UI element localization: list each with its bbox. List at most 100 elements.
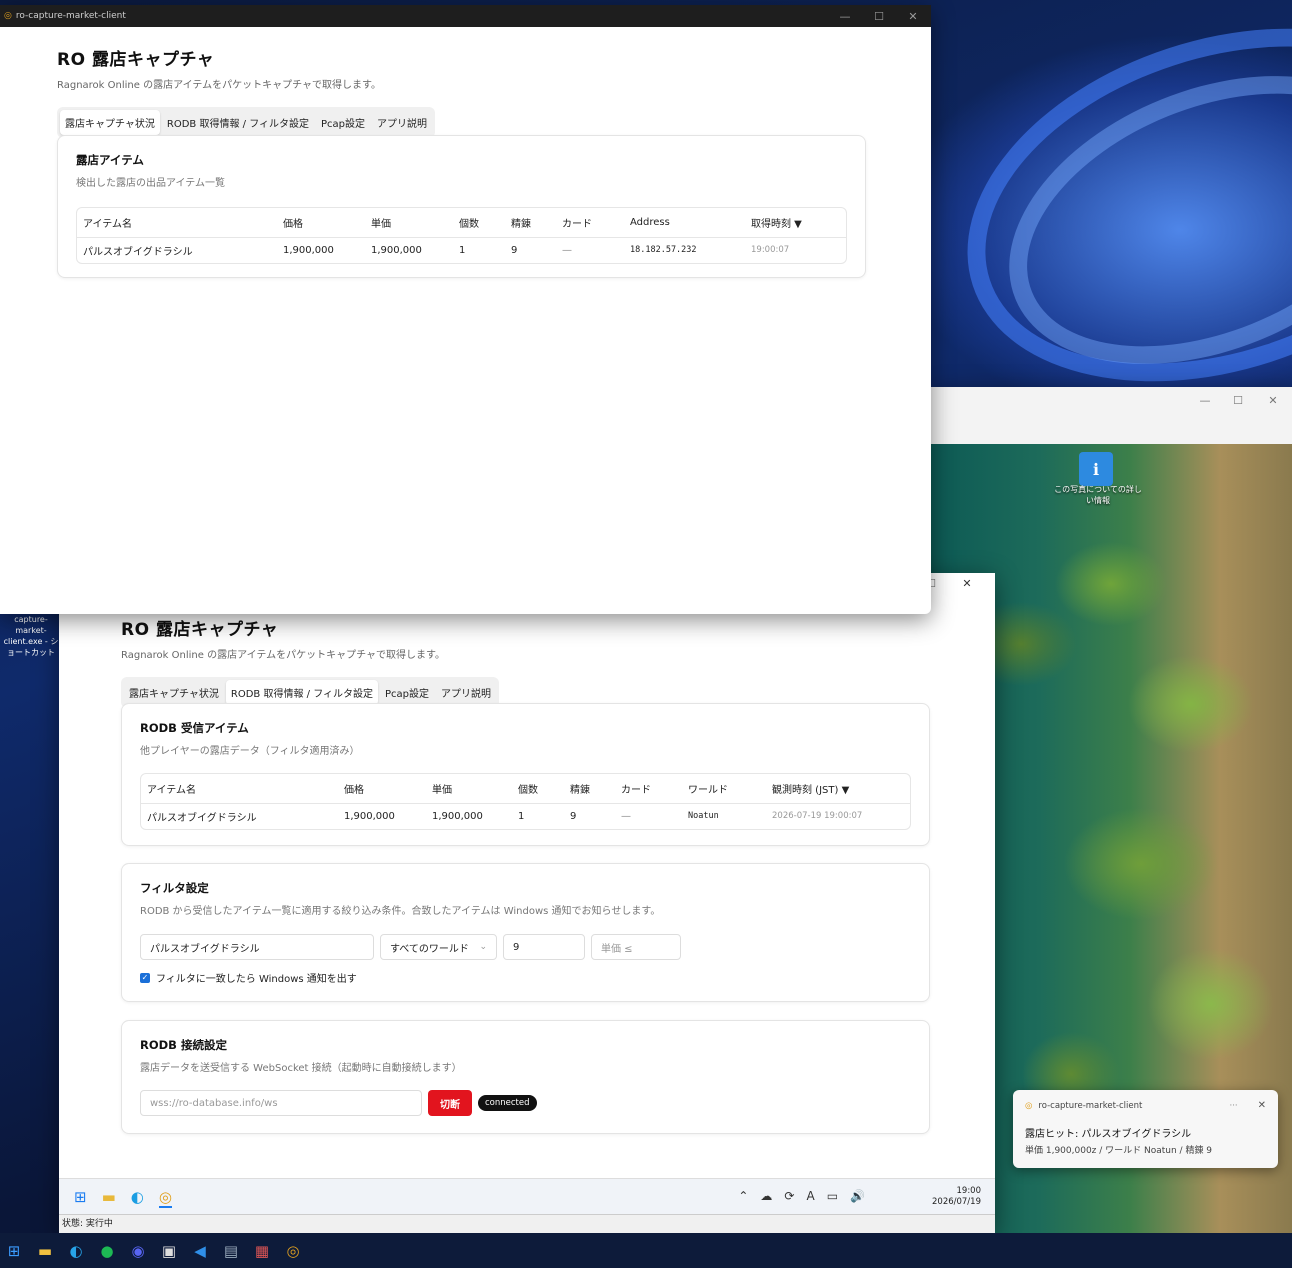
tab-rodb-filter[interactable]: RODB 取得情報 / フィルタ設定: [225, 680, 378, 705]
col-header[interactable]: カード: [556, 208, 624, 238]
inner-clock[interactable]: 19:00 2026/07/19: [932, 1186, 981, 1208]
game-icon[interactable]: ▦: [251, 1240, 273, 1262]
notify-checkbox[interactable]: ✓: [140, 972, 150, 983]
discord-icon[interactable]: ◉: [127, 1240, 149, 1262]
filter-card: フィルタ設定 RODB から受信したアイテム一覧に適用する絞り込み条件。合致した…: [121, 863, 930, 1002]
tab-capture-status[interactable]: 露店キャプチャ状況: [60, 110, 160, 135]
start-icon[interactable]: ⊞: [3, 1240, 25, 1262]
market-table: アイテム名 価格 単価 個数 精錬 カード Address 取得時刻 ▼ パルス…: [76, 207, 847, 264]
front-app-window: ◎ ro-capture-market-client — ☐ ✕ RO 露店キャ…: [0, 5, 931, 614]
close-icon[interactable]: ✕: [950, 573, 984, 593]
spotify-icon[interactable]: ●: [96, 1240, 118, 1262]
app-icon[interactable]: ◎: [158, 1188, 172, 1208]
edge-icon[interactable]: ◐: [131, 1188, 144, 1208]
col-header[interactable]: 価格: [338, 774, 426, 804]
speaker-icon[interactable]: 🔊: [850, 1189, 865, 1203]
tab-app-help[interactable]: アプリ説明: [436, 680, 496, 705]
col-header[interactable]: 個数: [512, 774, 564, 804]
world-select[interactable]: すべてのワールド ⌄: [380, 934, 497, 960]
close-icon[interactable]: ✕: [1258, 1100, 1266, 1111]
tab-bar: 露店キャプチャ状況 RODB 取得情報 / フィルタ設定 Pcap設定 アプリ説…: [57, 107, 436, 138]
connection-card: RODB 接続設定 露店データを送受信する WebSocket 接続（起動時に自…: [121, 1020, 930, 1134]
card-title: RODB 受信アイテム: [140, 721, 249, 735]
item-name-input[interactable]: パルスオブイグドラシル: [140, 934, 374, 960]
cell-world: Noatun: [688, 811, 719, 822]
app-subtitle: Ragnarok Online の露店アイテムをパケットキャプチャで取得します。: [121, 650, 445, 661]
cell-card: —: [562, 244, 572, 256]
ws-url-input[interactable]: wss://ro-database.info/ws: [140, 1090, 422, 1116]
col-header[interactable]: 価格: [277, 208, 365, 238]
minimize-icon[interactable]: —: [1188, 387, 1222, 413]
more-icon[interactable]: ···: [1230, 1101, 1238, 1111]
cloud-icon[interactable]: ☁: [760, 1189, 772, 1203]
front-titlebar: ◎ ro-capture-market-client — ☐ ✕: [0, 5, 931, 27]
refine-input[interactable]: 9: [503, 934, 585, 960]
inner-tray-icons: ⌃ ☁ ⟳ A ▭ 🔊: [738, 1189, 865, 1203]
ime-icon[interactable]: A: [806, 1189, 814, 1203]
card-title: 露店アイテム: [76, 153, 144, 167]
col-header[interactable]: 精錬: [505, 208, 556, 238]
col-header[interactable]: 個数: [453, 208, 505, 238]
taskbar: ⊞ ▬ ◐ ● ◉ ▣ ◀ ▤ ▦ ◎: [0, 1233, 1292, 1268]
tab-capture-status[interactable]: 露店キャプチャ状況: [124, 680, 224, 705]
col-header[interactable]: アイテム名: [141, 774, 338, 804]
window-title: ro-capture-market-client: [15, 11, 126, 21]
col-header[interactable]: ワールド: [682, 774, 766, 804]
photo-info-icon[interactable]: ℹ: [1079, 452, 1113, 486]
back-app-window: ☐ ✕ RO 露店キャプチャ Ragnarok Online の露店アイテムをパ…: [59, 573, 995, 1233]
chevron-up-icon[interactable]: ⌃: [738, 1189, 748, 1203]
vscode-icon[interactable]: ◀: [189, 1240, 211, 1262]
table-row[interactable]: パルスオブイグドラシル 1,900,000 1,900,000 1 9 — 18…: [77, 237, 846, 263]
toast-app-name: ro-capture-market-client: [1038, 1100, 1143, 1111]
terminal-icon[interactable]: ▣: [158, 1240, 180, 1262]
desktop-shortcut-label[interactable]: capture-market-client.exe - ショートカット: [0, 614, 62, 658]
maximize-icon[interactable]: ☐: [1221, 387, 1255, 413]
tab-pcap-settings[interactable]: Pcap設定: [380, 680, 434, 705]
col-header[interactable]: 精錬: [564, 774, 615, 804]
notify-label: フィルタに一致したら Windows 通知を出す: [156, 974, 357, 985]
col-header[interactable]: 単価: [426, 774, 512, 804]
maximize-icon[interactable]: ☐: [862, 5, 896, 27]
app-icon[interactable]: ◎: [282, 1240, 304, 1262]
photo-info-label: この写真についての詳しい情報: [1054, 485, 1142, 505]
col-header[interactable]: カード: [615, 774, 682, 804]
photos-titlebar: — ☐ ✕: [931, 387, 1292, 444]
close-icon[interactable]: ✕: [1256, 387, 1290, 413]
notify-row: ✓ フィルタに一致したら Windows 通知を出す: [140, 970, 911, 985]
cell-address: 18.182.57.232: [630, 245, 697, 256]
snipping-icon[interactable]: ▤: [220, 1240, 242, 1262]
filter-inputs: パルスオブイグドラシル すべてのワールド ⌄ 9 単価 ≤: [140, 934, 911, 960]
status-bar: 状態: 実行中: [59, 1214, 995, 1233]
tab-app-help[interactable]: アプリ説明: [372, 110, 432, 135]
col-header-sorted[interactable]: 取得時刻 ▼: [745, 208, 846, 238]
cell-refine: 9: [511, 244, 518, 256]
display-icon[interactable]: ▭: [827, 1189, 838, 1203]
status-badge: connected: [478, 1095, 537, 1111]
app-icon: ◎: [1025, 1100, 1033, 1111]
sync-icon[interactable]: ⟳: [784, 1189, 794, 1203]
unit-price-input[interactable]: 単価 ≤: [591, 934, 681, 960]
col-header[interactable]: Address: [624, 208, 745, 238]
status-text: 状態: 実行中: [62, 1219, 113, 1229]
cell-qty: 1: [459, 244, 466, 256]
rodb-table: アイテム名 価格 単価 個数 精錬 カード ワールド 観測時刻 (JST) ▼ …: [140, 773, 911, 830]
tab-rodb-filter[interactable]: RODB 取得情報 / フィルタ設定: [162, 110, 314, 135]
col-header[interactable]: アイテム名: [77, 208, 277, 238]
folder-icon[interactable]: ▬: [34, 1240, 56, 1262]
toast-notification[interactable]: ◎ ro-capture-market-client ··· ✕ 露店ヒット: …: [1013, 1090, 1278, 1168]
edge-icon[interactable]: ◐: [65, 1240, 87, 1262]
start-icon[interactable]: ⊞: [74, 1188, 87, 1208]
cell-unit-price: 1,900,000: [371, 244, 422, 256]
minimize-icon[interactable]: —: [828, 5, 862, 27]
col-header[interactable]: 単価: [365, 208, 453, 238]
close-icon[interactable]: ✕: [896, 5, 930, 27]
cell-observed-time: 2026-07-19 19:00:07: [772, 811, 863, 822]
cell-card: —: [621, 810, 631, 822]
col-header-sorted[interactable]: 観測時刻 (JST) ▼: [766, 774, 910, 804]
tab-pcap-settings[interactable]: Pcap設定: [316, 110, 370, 135]
table-row[interactable]: パルスオブイグドラシル 1,900,000 1,900,000 1 9 — No…: [141, 803, 910, 829]
toast-header: ◎ ro-capture-market-client ··· ✕: [1025, 1100, 1266, 1111]
toast-title: 露店ヒット: パルスオブイグドラシル: [1025, 1129, 1192, 1140]
folder-icon[interactable]: ▬: [102, 1188, 116, 1208]
disconnect-button[interactable]: 切断: [428, 1090, 472, 1116]
